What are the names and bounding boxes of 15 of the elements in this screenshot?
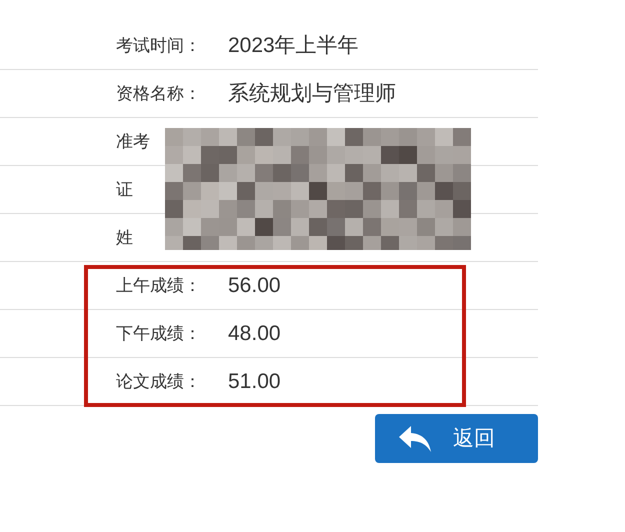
field-value: 系统规划与管理师 [228, 80, 396, 107]
field-label: 上午成绩： [116, 274, 202, 297]
field-label: 论文成绩： [116, 370, 202, 393]
field-label: 准考 [116, 130, 151, 153]
field-value: 48.00 [228, 320, 281, 347]
reply-arrow-icon [399, 426, 431, 452]
field-label: 资格名称： [116, 82, 202, 105]
field-label: 考试时间： [116, 34, 202, 57]
back-button[interactable]: 返回 [375, 414, 538, 463]
field-label: 姓 [116, 226, 134, 249]
field-value: 56.00 [228, 272, 281, 299]
field-value: 51.00 [228, 368, 281, 395]
field-label: 下午成绩： [116, 322, 202, 345]
field-label: 证 [116, 178, 134, 201]
field-value: 2023年上半年 [228, 32, 359, 59]
